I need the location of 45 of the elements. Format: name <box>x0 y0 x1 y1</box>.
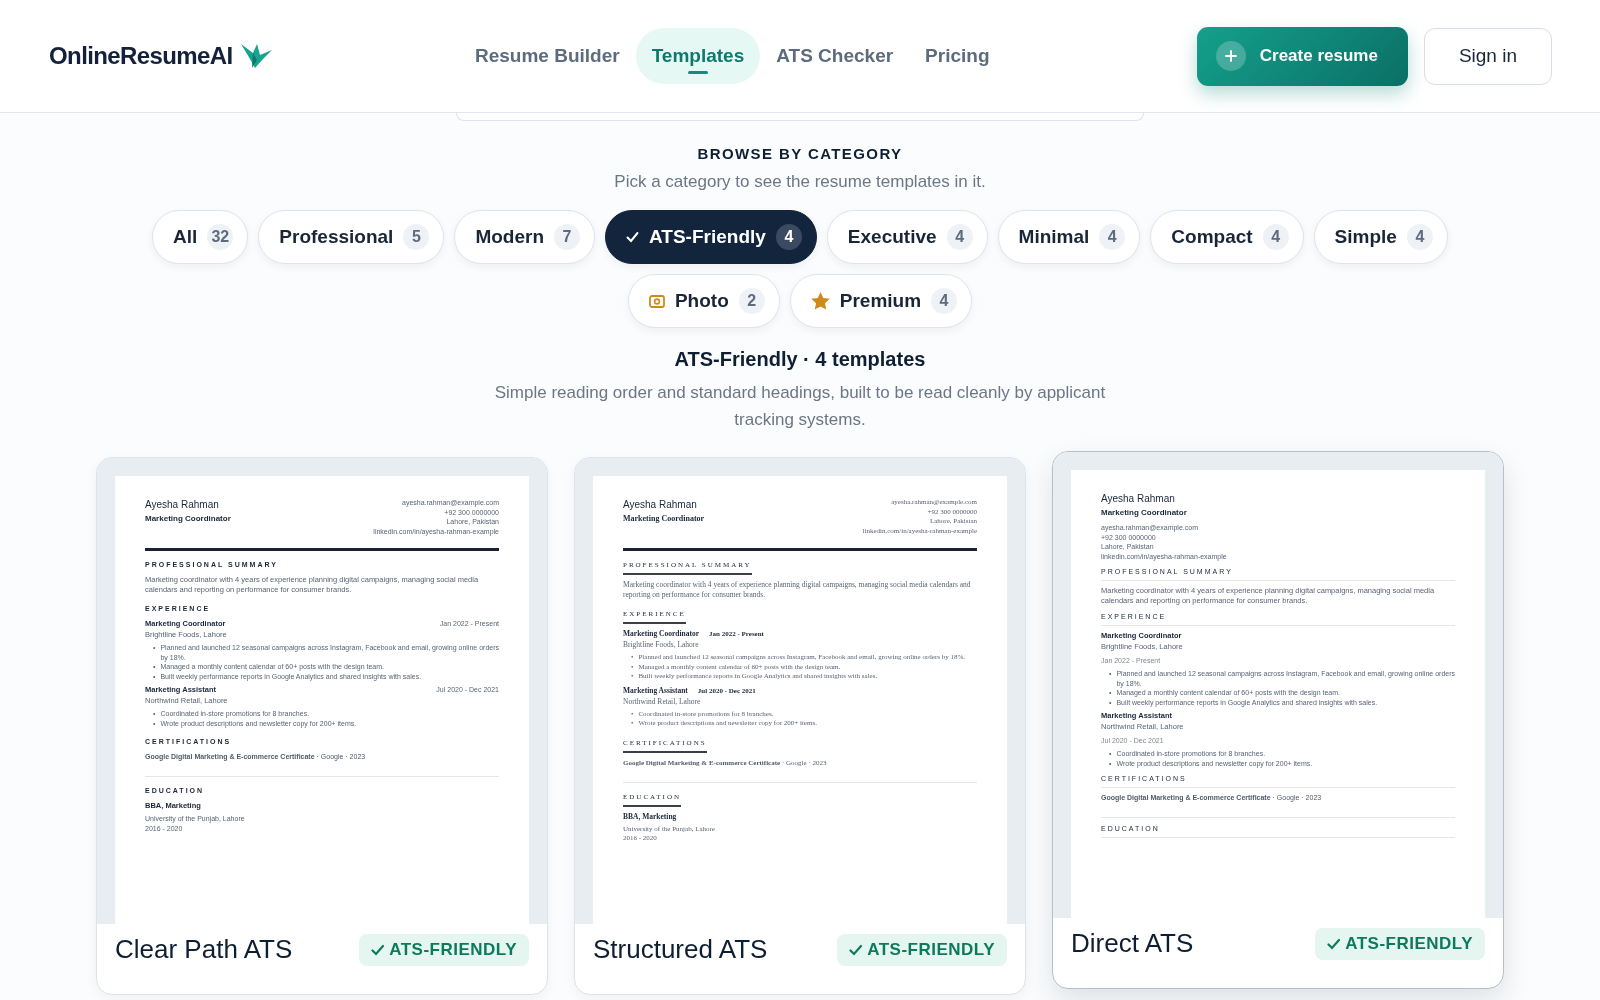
check-icon <box>371 944 386 956</box>
category-chip[interactable]: ATS-Friendly 4 <box>605 210 817 264</box>
resume-name: Ayesha Rahman <box>1101 492 1176 505</box>
nav-link[interactable]: Templates <box>635 28 761 84</box>
category-chip[interactable]: Professional 5 <box>258 210 445 264</box>
ats-badge: ATS-FRIENDLY <box>837 934 1007 966</box>
check-icon <box>1327 938 1342 950</box>
category-chip[interactable]: Simple 4 <box>1313 210 1448 264</box>
template-title: Direct ATS <box>1071 928 1194 959</box>
category-chip[interactable]: Minimal 4 <box>997 210 1141 264</box>
resume-role: Marketing Coordinator <box>1101 508 1188 518</box>
resume-name: Ayesha Rahman <box>145 498 220 511</box>
plus-icon <box>1215 41 1246 71</box>
resume-name: Ayesha Rahman <box>623 498 698 511</box>
nav-link[interactable]: Pricing <box>909 28 1006 84</box>
resume-role: Marketing Coordinator <box>623 514 705 524</box>
category-chip[interactable]: Photo 2 <box>627 274 780 328</box>
sign-in-button[interactable]: Sign in <box>1423 27 1552 85</box>
section-subtitle: Pick a category to see the resume templates in it. <box>614 172 986 192</box>
results-title: ATS-Friendly · 4 templates <box>674 348 926 371</box>
template-title: Clear Path ATS <box>115 934 293 965</box>
nav-link[interactable]: ATS Checker <box>760 28 910 84</box>
bird-icon <box>238 42 273 70</box>
check-icon <box>626 231 639 243</box>
ats-badge: ATS-FRIENDLY <box>1315 928 1485 960</box>
star-icon <box>810 292 830 310</box>
category-chip[interactable]: Premium 4 <box>789 274 973 328</box>
create-resume-button[interactable]: Create resume <box>1196 26 1408 86</box>
nav-link[interactable]: Resume Builder <box>459 28 636 84</box>
category-chip[interactable]: Executive 4 <box>826 210 988 264</box>
template-card[interactable] <box>1052 451 1504 989</box>
category-chip[interactable]: Compact 4 <box>1150 210 1304 264</box>
category-chip[interactable]: Modern 7 <box>454 210 595 264</box>
template-title: Structured ATS <box>593 934 768 965</box>
search-field[interactable] <box>456 113 1144 121</box>
ats-badge: ATS-FRIENDLY <box>359 934 529 966</box>
section-heading: BROWSE BY CATEGORY <box>697 145 903 162</box>
category-chip[interactable]: All 32 <box>152 210 249 264</box>
camera-icon <box>648 294 665 308</box>
results-description: Simple reading order and standard headings, built to be read cleanly by applicant tracking systems. <box>493 382 1107 431</box>
template-card[interactable] <box>574 457 1026 995</box>
template-card[interactable] <box>96 457 548 995</box>
check-icon <box>849 944 864 956</box>
brand-logo[interactable]: OnlineResumeAI <box>49 42 233 70</box>
resume-role: Marketing Coordinator <box>145 514 231 524</box>
